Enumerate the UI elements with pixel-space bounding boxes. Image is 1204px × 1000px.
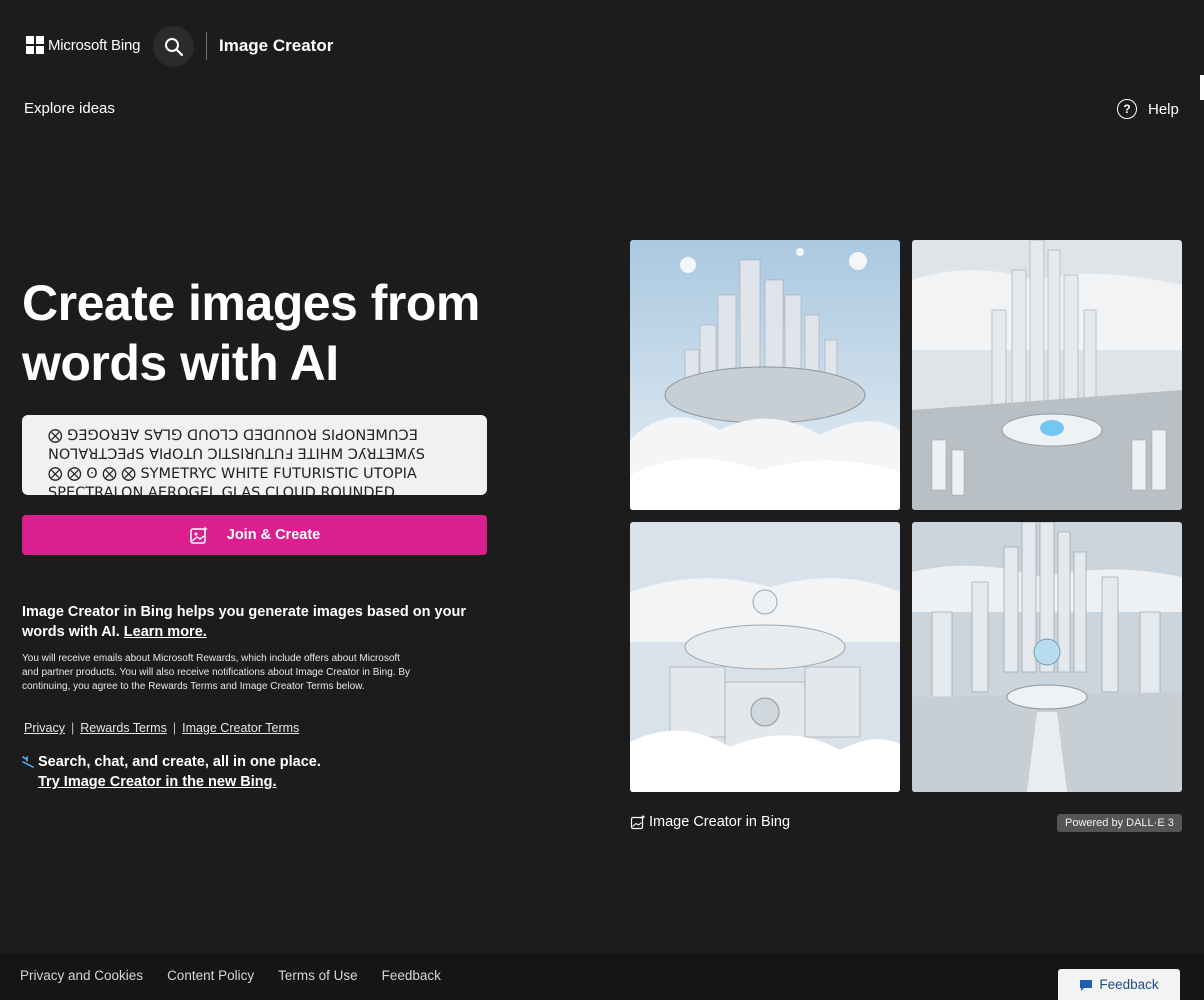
prompt-line: ⨂ ⅁ƎꓨOꓤƎⱯ S∀ꓶ⅁ ꓷꓵOꓶƆ ꓷƎꓷꓵꓵOꓤ SIꓒOꓠƎꓟꓵƆƎ xyxy=(48,428,418,444)
footer-terms-link[interactable]: Terms of Use xyxy=(278,968,358,983)
footer-links: Privacy and Cookies Content Policy Terms… xyxy=(20,968,441,983)
logo-text: Microsoft Bing xyxy=(48,36,141,54)
rewards-terms-link[interactable]: Rewards Terms xyxy=(80,721,167,735)
cloud-city-image xyxy=(630,240,900,510)
header-divider xyxy=(206,32,207,60)
footer-content-policy-link[interactable]: Content Policy xyxy=(167,968,254,983)
cloud-city-image xyxy=(630,522,900,792)
link-separator: | xyxy=(70,721,75,735)
bing-chat-icon xyxy=(22,756,34,768)
search-icon xyxy=(164,37,183,56)
join-and-create-label: Join & Create xyxy=(226,527,321,543)
info-text: Image Creator in Bing helps you generate… xyxy=(22,602,492,642)
prompt-line: ⨂ ⨂ ʘ ⨂ ⨂ SYMETRYC WHITE FUTURISTIC UTOP… xyxy=(48,466,417,482)
scrollbar[interactable] xyxy=(1200,75,1204,100)
legal-links: Privacy | Rewards Terms | Image Creator … xyxy=(24,721,299,735)
new-bing-promo: Search, chat, and create, all in one pla… xyxy=(22,752,321,792)
example-image-4[interactable] xyxy=(912,522,1182,792)
example-image-2[interactable] xyxy=(912,240,1182,510)
prompt-text: ⨂ ⅁ƎꓨOꓤƎⱯ S∀ꓶ⅁ ꓷꓵOꓶƆ ꓷƎꓷꓵꓵOꓤ SIꓒOꓠƎꓟꓵƆƎ … xyxy=(48,427,463,495)
powered-by-badge: Powered by DALL·E 3 xyxy=(1057,814,1182,832)
cloud-city-image xyxy=(912,522,1182,792)
image-creator-terms-link[interactable]: Image Creator Terms xyxy=(182,721,299,735)
disclaimer-text: You will receive emails about Microsoft … xyxy=(22,653,410,692)
image-sparkle-icon xyxy=(190,526,208,544)
privacy-link[interactable]: Privacy xyxy=(24,721,65,735)
feedback-button-label: Feedback xyxy=(1099,977,1159,992)
help-button[interactable]: ? Help xyxy=(1117,99,1179,119)
footer: Privacy and Cookies Content Policy Terms… xyxy=(0,953,1204,1000)
gallery-caption-text: Image Creator in Bing xyxy=(649,814,791,830)
footer-privacy-link[interactable]: Privacy and Cookies xyxy=(20,968,143,983)
windows-logo-icon xyxy=(26,36,44,54)
footer-feedback-link[interactable]: Feedback xyxy=(382,968,441,983)
join-and-create-button[interactable]: Join & Create xyxy=(22,515,487,555)
example-image-3[interactable] xyxy=(630,522,900,792)
learn-more-link[interactable]: Learn more. xyxy=(124,624,207,640)
example-image-1[interactable] xyxy=(630,240,900,510)
question-circle-icon: ? xyxy=(1117,99,1137,119)
feedback-button[interactable]: Feedback xyxy=(1058,969,1180,1000)
info-description: Image Creator in Bing helps you generate… xyxy=(22,604,466,640)
cloud-city-image xyxy=(912,240,1182,510)
explore-ideas-link[interactable]: Explore ideas xyxy=(24,100,115,117)
gallery-caption: Image Creator in Bing xyxy=(630,814,790,830)
prompt-line: SPECTRALON AEROGEL GLAS CLOUD ROUNDED xyxy=(48,485,395,495)
page-brand-title[interactable]: Image Creator xyxy=(219,36,333,56)
prompt-input[interactable]: ⨂ ⅁ƎꓨOꓤƎⱯ S∀ꓶ⅁ ꓷꓵOꓶƆ ꓷƎꓷꓵꓵOꓤ SIꓒOꓠƎꓟꓵƆƎ … xyxy=(22,415,487,495)
hero-title: Create images from words with AI xyxy=(22,275,480,391)
microsoft-bing-logo[interactable]: Microsoft Bing xyxy=(26,36,140,54)
image-sparkle-icon xyxy=(630,814,646,830)
prompt-line: NOꓶⱯꓤꓕƆƎꓒS ⱯIꓒOꓕꓵ ƆIꓕSIꓤꓵꓕꓵℲ ƎꓕIHM ƆʎꓤꓕƎ… xyxy=(48,447,425,463)
header: Microsoft Bing Image Creator xyxy=(0,0,1204,92)
feedback-icon xyxy=(1080,979,1093,991)
link-separator: | xyxy=(172,721,177,735)
promo-text: Search, chat, and create, all in one pla… xyxy=(38,754,321,770)
search-button[interactable] xyxy=(153,26,194,67)
help-label: Help xyxy=(1148,100,1179,118)
try-new-bing-link[interactable]: Try Image Creator in the new Bing. xyxy=(38,772,321,792)
